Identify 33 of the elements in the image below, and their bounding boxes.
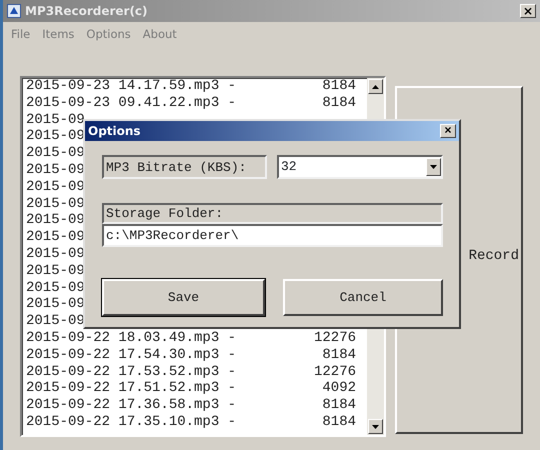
file-size: 8184	[322, 397, 356, 414]
file-name: 2015-09	[26, 229, 85, 246]
window-title: MP3Recorderer(c)	[25, 3, 149, 20]
file-name: 2015-09-22 17.51.52.mp3 -	[26, 380, 236, 398]
file-name: 2015-09	[26, 262, 85, 280]
file-name: 2015-09-22 18.03.49.mp3 -	[26, 330, 236, 347]
file-name: 2015-09	[26, 196, 85, 212]
file-name: 2015-09	[26, 145, 85, 162]
file-size: 12276	[314, 364, 356, 380]
file-size: 8184	[322, 78, 356, 95]
storage-folder-label: Storage Folder:	[102, 203, 443, 224]
file-size: 8184	[322, 94, 356, 112]
file-name: 2015-09	[26, 112, 85, 128]
file-size: 8184	[322, 414, 356, 431]
file-name: 2015-09	[26, 296, 85, 314]
file-name: 2015-09	[26, 162, 85, 179]
file-name: 2015-09	[26, 128, 85, 146]
file-name: 2015-09	[26, 313, 85, 330]
file-name: 2015-09	[26, 178, 85, 196]
file-name: 2015-09-22 17.53.52.mp3 -	[26, 364, 236, 380]
file-size: 4092	[322, 380, 356, 398]
bitrate-label: MP3 Bitrate (KBS):	[102, 155, 267, 179]
file-name: 2015-09-22 17.36.58.mp3 -	[26, 397, 236, 414]
file-size: 8184	[322, 346, 356, 364]
file-name: 2015-09-22 17.54.30.mp3 -	[26, 346, 236, 364]
file-name: 2015-09-22 17.35.10.mp3 -	[26, 414, 236, 431]
dialog-title: Options	[88, 123, 141, 140]
file-name: 2015-09	[26, 212, 85, 230]
file-name: 2015-09	[26, 280, 85, 296]
file-size: 12276	[314, 330, 356, 347]
file-name: 2015-09-23 14.17.59.mp3 -	[26, 78, 236, 95]
file-name: 2015-09-23 09.41.22.mp3 -	[26, 94, 236, 112]
file-name: 2015-09	[26, 246, 85, 263]
